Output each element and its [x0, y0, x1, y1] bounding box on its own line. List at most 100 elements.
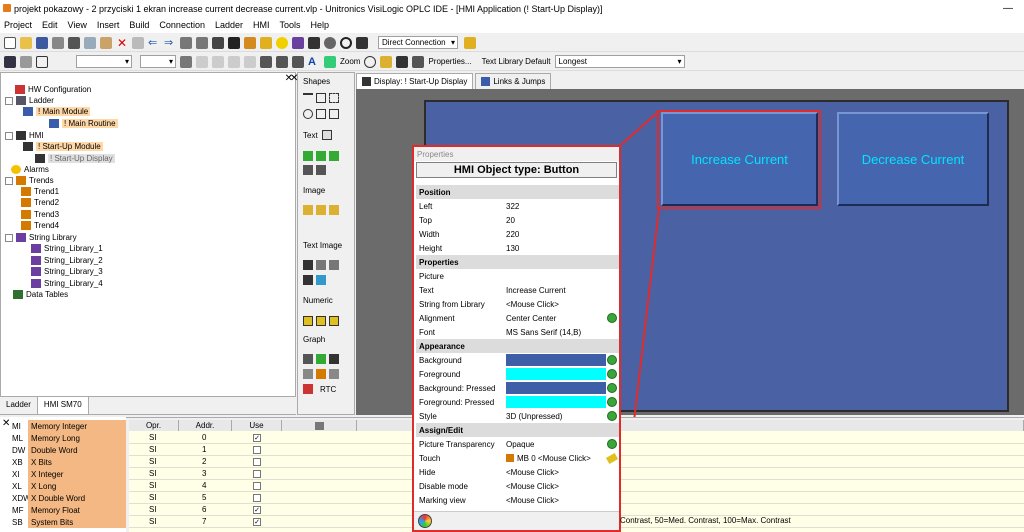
menu-help[interactable]: Help [311, 20, 330, 30]
text-image-frame-icon[interactable] [316, 275, 326, 285]
save-icon[interactable] [36, 36, 48, 49]
text-image-list-icon[interactable] [316, 260, 326, 270]
col-opr[interactable]: Opr. [129, 420, 179, 431]
tree-trend1[interactable]: Trend1 [21, 187, 59, 196]
prop-marking[interactable]: Marking view <Mouse Click> [416, 493, 619, 507]
numeric-bar-icon[interactable] [329, 316, 339, 326]
prop-hide[interactable]: Hide <Mouse Click> [416, 465, 619, 479]
line-shape-icon[interactable] [303, 93, 313, 103]
use-checkbox[interactable] [253, 470, 261, 478]
text-image-toggle-icon[interactable] [329, 260, 339, 270]
ellipse-shape-icon[interactable] [303, 109, 313, 119]
graph-meter-icon[interactable] [303, 369, 313, 379]
expand-minus-icon[interactable] [5, 96, 13, 105]
text-ms-icon[interactable] [303, 165, 313, 175]
string-icon[interactable] [292, 36, 304, 49]
list-icon[interactable] [196, 36, 208, 49]
tree-string-library-4[interactable]: String_Library_4 [31, 279, 103, 288]
use-checkbox[interactable] [253, 482, 261, 490]
rtc-button[interactable]: RTC [320, 385, 336, 394]
col-sim[interactable] [282, 420, 357, 431]
fg-pressed-swatch[interactable] [506, 396, 606, 408]
operand-item-dw[interactable]: DW Double Word [0, 444, 126, 456]
prop-foreground[interactable]: Foreground [416, 367, 619, 381]
properties-icon[interactable] [412, 55, 425, 68]
image-list-icon[interactable] [316, 205, 326, 215]
foreground-swatch[interactable] [506, 368, 606, 380]
tab-ladder[interactable]: Ladder [0, 397, 38, 414]
format-icon[interactable] [180, 55, 192, 68]
prop-top[interactable]: Top 20 [416, 213, 619, 227]
use-checkbox[interactable]: ✓ [253, 506, 261, 514]
align-right-icon[interactable] [228, 55, 240, 68]
background-swatch[interactable] [506, 354, 606, 366]
tree-string-library-2[interactable]: String_Library_2 [31, 256, 103, 265]
open-folder-icon[interactable] [20, 36, 32, 49]
tree-hw-config[interactable]: HW Configuration [15, 85, 91, 94]
prop-transparency[interactable]: Picture Transparency Opaque [416, 437, 619, 451]
thermometer-icon[interactable] [303, 384, 313, 394]
move-icon[interactable] [260, 55, 272, 68]
prop-height[interactable]: Height 130 [416, 241, 619, 255]
menu-insert[interactable]: Insert [97, 20, 120, 30]
menu-build[interactable]: Build [129, 20, 149, 30]
graph-trend-icon[interactable] [316, 369, 326, 379]
tab-startup-display[interactable]: Display: ! Start-Up Display [356, 73, 474, 89]
operand-item-mf[interactable]: MF Memory Float [0, 504, 126, 516]
rung-icon[interactable] [4, 55, 16, 68]
connection-select[interactable]: Direct Connection [378, 36, 458, 49]
menu-ladder[interactable]: Ladder [215, 20, 243, 30]
distribute-icon[interactable] [244, 55, 256, 68]
tree-main-routine[interactable]: ! Main Routine [49, 119, 118, 128]
tree-trend4[interactable]: Trend4 [21, 221, 59, 230]
prop-width[interactable]: Width 220 [416, 227, 619, 241]
tree-icon[interactable] [180, 36, 192, 49]
operand-item-ml[interactable]: ML Memory Long [0, 432, 126, 444]
tree-startup-module[interactable]: ! Start-Up Module [23, 142, 103, 151]
rect-shape-icon[interactable] [316, 93, 326, 103]
prop-alignment[interactable]: Alignment Center Center [416, 311, 619, 325]
eraser-icon[interactable] [605, 452, 619, 464]
use-checkbox[interactable]: ✓ [253, 434, 261, 442]
move-object-icon[interactable] [396, 55, 409, 68]
tree-ladder[interactable]: Ladder [5, 96, 54, 105]
new-file-icon[interactable] [4, 36, 16, 49]
use-checkbox[interactable] [253, 458, 261, 466]
operand-item-xl[interactable]: XL X Long [0, 480, 126, 492]
size-icon[interactable] [276, 55, 288, 68]
text-library-select[interactable]: Longest [554, 55, 685, 68]
binoculars-icon[interactable] [308, 36, 320, 49]
graph-bar-icon[interactable] [316, 354, 326, 364]
tree-trend3[interactable]: Trend3 [21, 210, 59, 219]
prop-bg-pressed[interactable]: Background: Pressed [416, 381, 619, 395]
expand-minus-icon[interactable] [5, 233, 13, 242]
back-arrow-icon[interactable]: ⇐ [148, 37, 160, 49]
numeric-icon[interactable] [303, 316, 313, 326]
operand-item-xdw[interactable]: XDW X Double Word [0, 492, 126, 504]
tree-data-tables[interactable]: Data Tables [13, 290, 68, 299]
text-A-icon[interactable]: A [308, 56, 320, 68]
operand-item-xi[interactable]: XI X Integer [0, 468, 126, 480]
bg-pressed-swatch[interactable] [506, 382, 606, 394]
image-icon[interactable] [380, 55, 393, 68]
decrease-current-button[interactable]: Decrease Current [837, 112, 989, 206]
plc-icon[interactable] [356, 36, 368, 49]
print-icon[interactable] [52, 36, 64, 49]
tree-trend2[interactable]: Trend2 [21, 198, 59, 207]
zoom-icon[interactable] [324, 55, 336, 68]
image-tool-icon[interactable] [303, 205, 313, 215]
operand-item-xb[interactable]: XB X Bits [0, 456, 126, 468]
prop-background[interactable]: Background [416, 353, 619, 367]
palette-color-icon[interactable] [418, 514, 432, 528]
box-shape-icon[interactable] [329, 109, 339, 119]
tab-hmi-sm70[interactable]: HMI SM70 [37, 397, 89, 414]
use-checkbox[interactable] [253, 494, 261, 502]
cut-icon[interactable] [68, 36, 80, 49]
text-tool-icon[interactable] [322, 130, 332, 140]
text-var-icon[interactable] [303, 151, 313, 161]
settings-icon[interactable] [324, 36, 336, 49]
expand-minus-icon[interactable] [5, 131, 13, 140]
forward-arrow-icon[interactable]: ⇒ [164, 37, 176, 49]
layer-icon[interactable] [292, 55, 304, 68]
use-checkbox[interactable]: ✓ [253, 518, 261, 526]
